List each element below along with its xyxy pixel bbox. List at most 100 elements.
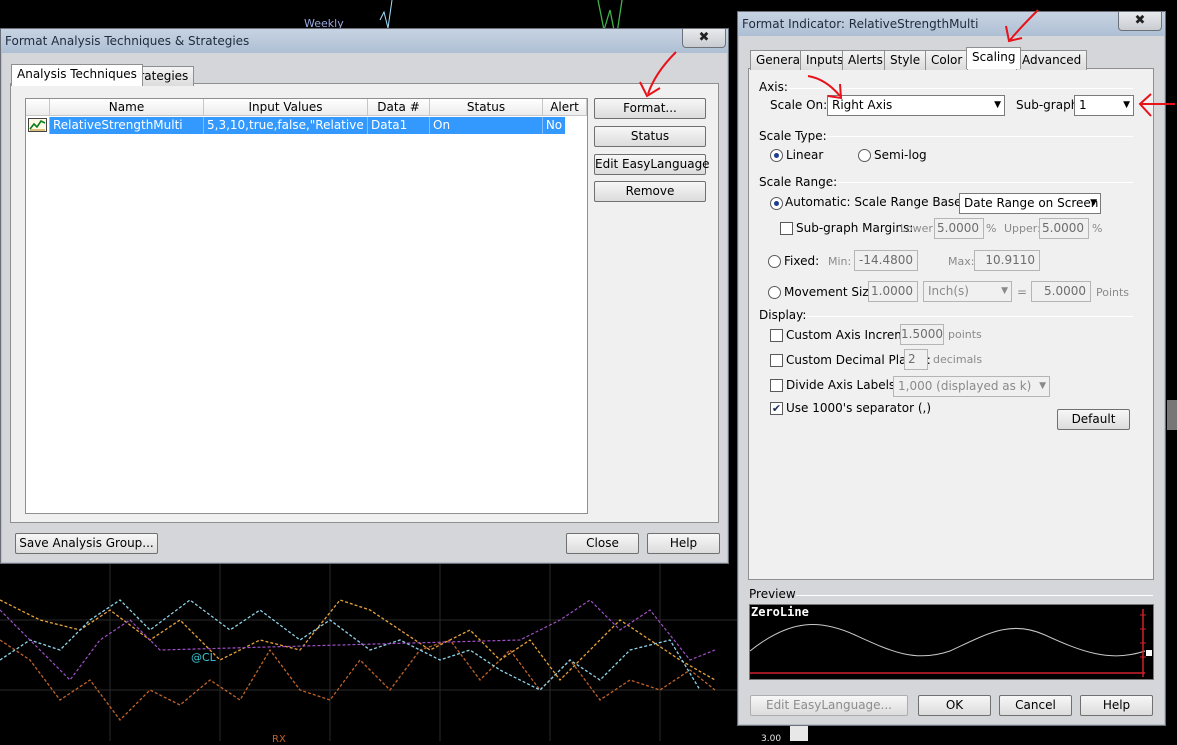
lower-margin-input[interactable]: 5.0000: [934, 218, 984, 239]
scale-type-divider: [823, 136, 1133, 137]
divide-axis-labels-dropdown[interactable]: 1,000 (displayed as k) ▼: [893, 376, 1050, 397]
scale-on-dropdown[interactable]: Right Axis ▼: [827, 95, 1005, 116]
help-button[interactable]: Help: [647, 533, 720, 554]
column-header-input-values[interactable]: Input Values: [204, 99, 368, 116]
window-title: Format Indicator: RelativeStrengthMulti: [738, 12, 1165, 36]
annotation-arrow-format: [639, 51, 677, 98]
help-button[interactable]: Help: [1080, 695, 1153, 716]
linear-label[interactable]: Linear: [786, 148, 823, 162]
fixed-radio[interactable]: [768, 255, 781, 268]
subgraph-margins-checkbox[interactable]: [780, 222, 793, 235]
divide-axis-labels-value: 1,000 (displayed as k): [898, 379, 1032, 393]
scale-type-group-label: Scale Type:: [759, 129, 827, 143]
window-title: Format Analysis Techniques & Strategies: [1, 29, 728, 53]
scaling-tab-panel: [748, 68, 1154, 580]
subgraph-label: Sub-graph:: [1016, 98, 1083, 112]
decimal-places-unit: decimals: [933, 353, 983, 366]
tab-analysis-techniques[interactable]: Analysis Techniques: [11, 64, 143, 86]
chevron-down-icon: ▼: [1090, 198, 1097, 208]
tab-color[interactable]: Color: [925, 50, 969, 70]
close-icon: ✖: [1134, 13, 1146, 28]
ok-button[interactable]: OK: [918, 695, 991, 716]
automatic-radio[interactable]: [770, 197, 783, 210]
movement-size-radio[interactable]: [768, 286, 781, 299]
annotation-arrow-subgraph: [1138, 93, 1175, 117]
equals-label: =: [1017, 285, 1028, 299]
axis-increment-input[interactable]: 1.5000: [900, 324, 944, 345]
tab-advanced[interactable]: Advanced: [1016, 50, 1088, 70]
scale-range-basis-dropdown[interactable]: Date Range on Screen ▼: [959, 193, 1101, 214]
movement-size-input[interactable]: 1.0000: [868, 281, 918, 302]
format-analysis-window: Format Analysis Techniques & Strategies …: [0, 28, 729, 564]
min-label: Min:: [828, 255, 852, 268]
chart-axis-value: 3.00: [761, 734, 782, 744]
tab-alerts[interactable]: Alerts: [842, 50, 889, 70]
row-data: Data1: [368, 117, 430, 134]
cancel-button[interactable]: Cancel: [999, 695, 1072, 716]
column-header-alert[interactable]: Alert: [543, 99, 587, 116]
format-button[interactable]: Format...: [594, 98, 706, 119]
divide-axis-labels-checkbox[interactable]: [770, 379, 783, 392]
preview-waveform: [750, 609, 1152, 677]
remove-button[interactable]: Remove: [594, 181, 706, 202]
table-row[interactable]: RelativeStrengthMulti 5,3,10,true,false,…: [26, 117, 565, 134]
column-header-icon: [26, 99, 50, 116]
annotation-arrow-scaling-tab: [1005, 9, 1039, 43]
edit-easylanguage-button[interactable]: Edit EasyLanguage...: [750, 695, 908, 716]
display-group-divider: [804, 316, 1133, 317]
axis-group-label: Axis:: [759, 80, 788, 94]
close-button[interactable]: Close: [566, 533, 639, 554]
format-indicator-window: Format Indicator: RelativeStrengthMulti …: [737, 11, 1166, 726]
preview-label: Preview: [749, 587, 796, 601]
preview-area: ZeroLine: [749, 604, 1154, 680]
custom-decimal-places-checkbox[interactable]: [770, 354, 783, 367]
analysis-techniques-list[interactable]: Name Input Values Data # Status Alert Re…: [25, 98, 588, 514]
tab-style[interactable]: Style: [884, 50, 927, 70]
chevron-down-icon: ▼: [1039, 381, 1046, 391]
row-alert: No: [545, 118, 563, 132]
points-label: Points: [1096, 286, 1130, 299]
movement-unit-dropdown[interactable]: Inch(s) ▼: [923, 281, 1012, 302]
preview-divider: [796, 595, 1153, 596]
lower-percent-label: %: [986, 222, 997, 235]
movement-points-input[interactable]: 5.0000: [1031, 281, 1091, 302]
save-analysis-group-button[interactable]: Save Analysis Group...: [15, 533, 158, 554]
tab-scaling[interactable]: Scaling: [966, 47, 1022, 69]
scale-range-basis-value: Date Range on Screen: [964, 196, 1099, 210]
lower-label: Lower:: [900, 222, 937, 235]
subgraph-margins-label[interactable]: Sub-graph Margins:: [796, 221, 913, 235]
upper-label: Upper:: [1004, 222, 1041, 235]
semilog-label[interactable]: Semi-log: [874, 148, 927, 162]
window-close-button[interactable]: ✖: [1118, 11, 1162, 31]
chevron-down-icon: ▼: [1123, 100, 1130, 110]
fixed-label[interactable]: Fixed:: [784, 254, 819, 268]
column-header-name[interactable]: Name: [50, 99, 204, 116]
fixed-min-input[interactable]: -14.4800: [854, 250, 918, 271]
close-icon: ✖: [698, 30, 710, 45]
subgraph-value: 1: [1079, 98, 1087, 112]
movement-unit-value: Inch(s): [928, 284, 969, 298]
window-close-button[interactable]: ✖: [682, 28, 726, 48]
annotation-arrow-scale-on: [807, 75, 843, 100]
linear-radio[interactable]: [770, 149, 783, 162]
scale-range-divider: [830, 182, 1133, 183]
chart-symbol-label: @CL: [191, 651, 216, 664]
use-separator-label[interactable]: Use 1000's separator (,): [786, 401, 931, 415]
default-button[interactable]: Default: [1057, 409, 1130, 430]
status-button[interactable]: Status: [594, 126, 706, 147]
semilog-radio[interactable]: [858, 149, 871, 162]
chevron-down-icon: ▼: [994, 100, 1001, 110]
movement-size-label[interactable]: Movement Size:: [784, 285, 880, 299]
max-label: Max:: [948, 255, 975, 268]
upper-margin-input[interactable]: 5.0000: [1039, 218, 1089, 239]
row-status: On: [430, 117, 543, 134]
fixed-max-input[interactable]: 10.9110: [974, 250, 1040, 271]
row-input-values: 5,3,10,true,false,"Relative Strengt: [204, 117, 368, 134]
use-separator-checkbox[interactable]: ✔: [770, 402, 783, 415]
custom-axis-increment-checkbox[interactable]: [770, 329, 783, 342]
column-header-data[interactable]: Data #: [368, 99, 430, 116]
edit-easylanguage-button[interactable]: Edit EasyLanguage: [594, 154, 710, 175]
subgraph-dropdown[interactable]: 1 ▼: [1074, 95, 1134, 116]
decimal-places-input[interactable]: 2: [904, 349, 928, 370]
column-header-status[interactable]: Status: [430, 99, 543, 116]
